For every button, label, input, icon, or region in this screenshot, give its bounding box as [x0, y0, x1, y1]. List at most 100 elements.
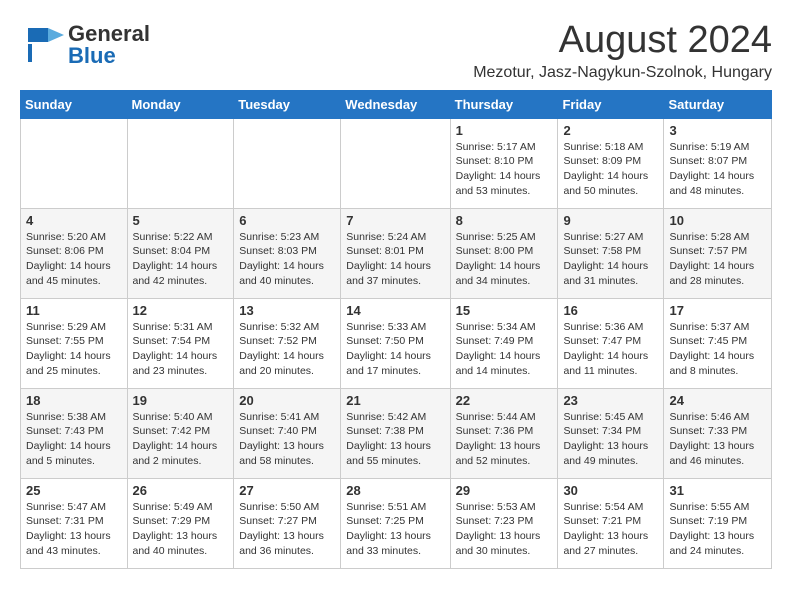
day-info: Sunrise: 5:33 AMSunset: 7:50 PMDaylight:… — [346, 320, 444, 379]
calendar-cell: 6 Sunrise: 5:23 AMSunset: 8:03 PMDaylight… — [234, 208, 341, 298]
calendar-cell: 15 Sunrise: 5:34 AMSunset: 7:49 PMDayligh… — [450, 298, 558, 388]
day-number: 15 — [456, 303, 553, 318]
day-number: 9 — [563, 213, 658, 228]
day-number: 6 — [239, 213, 335, 228]
weekday-header-tuesday: Tuesday — [234, 90, 341, 118]
day-number: 29 — [456, 483, 553, 498]
day-number: 18 — [26, 393, 122, 408]
day-number: 20 — [239, 393, 335, 408]
weekday-header-row: SundayMondayTuesdayWednesdayThursdayFrid… — [21, 90, 772, 118]
day-info: Sunrise: 5:22 AMSunset: 8:04 PMDaylight:… — [133, 230, 229, 289]
calendar-cell — [341, 118, 450, 208]
day-number: 2 — [563, 123, 658, 138]
day-number: 28 — [346, 483, 444, 498]
day-number: 10 — [669, 213, 766, 228]
title-section: August 2024 Mezotur, Jasz-Nagykun-Szolno… — [473, 20, 772, 82]
calendar-cell: 30Sunrise: 5:54 AMSunset: 7:21 PMDayligh… — [558, 478, 664, 568]
day-number: 24 — [669, 393, 766, 408]
calendar-cell: 5 Sunrise: 5:22 AMSunset: 8:04 PMDaylight… — [127, 208, 234, 298]
day-number: 25 — [26, 483, 122, 498]
weekday-header-friday: Friday — [558, 90, 664, 118]
day-info: Sunrise: 5:37 AMSunset: 7:45 PMDaylight:… — [669, 320, 766, 379]
calendar-cell: 25 Sunrise: 5:47 AMSunset: 7:31 PMDayligh… — [21, 478, 128, 568]
day-number: 30 — [563, 483, 658, 498]
day-number: 3 — [669, 123, 766, 138]
day-info: Sunrise: 5:25 AMSunset: 8:00 PMDaylight:… — [456, 230, 553, 289]
day-number: 22 — [456, 393, 553, 408]
day-number: 8 — [456, 213, 553, 228]
calendar-cell: 13 Sunrise: 5:32 AMSunset: 7:52 PMDayligh… — [234, 298, 341, 388]
day-info: Sunrise: 5:42 AMSunset: 7:38 PMDaylight:… — [346, 410, 444, 469]
calendar-cell: 7 Sunrise: 5:24 AMSunset: 8:01 PMDaylight… — [341, 208, 450, 298]
day-info: Sunrise: 5:38 AMSunset: 7:43 PMDaylight:… — [26, 410, 122, 469]
location-subtitle: Mezotur, Jasz-Nagykun-Szolnok, Hungary — [473, 64, 772, 82]
page-header: General Blue August 2024 Mezotur, Jasz-N… — [20, 20, 772, 82]
calendar-cell: 11 Sunrise: 5:29 AMSunset: 7:55 PMDayligh… — [21, 298, 128, 388]
day-info: Sunrise: 5:46 AMSunset: 7:33 PMDaylight:… — [669, 410, 766, 469]
day-info: Sunrise: 5:17 AMSunset: 8:10 PMDaylight:… — [456, 140, 553, 199]
weekday-header-saturday: Saturday — [664, 90, 772, 118]
calendar-cell: 23 Sunrise: 5:45 AMSunset: 7:34 PMDayligh… — [558, 388, 664, 478]
calendar-cell: 28 Sunrise: 5:51 AMSunset: 7:25 PMDayligh… — [341, 478, 450, 568]
logo-text: General Blue — [68, 23, 150, 67]
day-info: Sunrise: 5:50 AMSunset: 7:27 PMDaylight:… — [239, 500, 335, 559]
calendar-cell: 12 Sunrise: 5:31 AMSunset: 7:54 PMDayligh… — [127, 298, 234, 388]
calendar-cell: 17 Sunrise: 5:37 AMSunset: 7:45 PMDayligh… — [664, 298, 772, 388]
day-number: 26 — [133, 483, 229, 498]
calendar-cell — [127, 118, 234, 208]
day-info: Sunrise: 5:28 AMSunset: 7:57 PMDaylight:… — [669, 230, 766, 289]
day-info: Sunrise: 5:31 AMSunset: 7:54 PMDaylight:… — [133, 320, 229, 379]
week-row-4: 18 Sunrise: 5:38 AMSunset: 7:43 PMDayligh… — [21, 388, 772, 478]
calendar-cell: 29 Sunrise: 5:53 AMSunset: 7:23 PMDayligh… — [450, 478, 558, 568]
calendar-cell — [21, 118, 128, 208]
week-row-2: 4Sunrise: 5:20 AMSunset: 8:06 PMDaylight… — [21, 208, 772, 298]
calendar-cell: 16Sunrise: 5:36 AMSunset: 7:47 PMDayligh… — [558, 298, 664, 388]
day-number: 1 — [456, 123, 553, 138]
day-number: 5 — [133, 213, 229, 228]
day-info: Sunrise: 5:45 AMSunset: 7:34 PMDaylight:… — [563, 410, 658, 469]
day-info: Sunrise: 5:23 AMSunset: 8:03 PMDaylight:… — [239, 230, 335, 289]
calendar-cell: 24 Sunrise: 5:46 AMSunset: 7:33 PMDayligh… — [664, 388, 772, 478]
calendar-cell: 3 Sunrise: 5:19 AMSunset: 8:07 PMDaylight… — [664, 118, 772, 208]
calendar-cell: 18 Sunrise: 5:38 AMSunset: 7:43 PMDayligh… — [21, 388, 128, 478]
day-info: Sunrise: 5:34 AMSunset: 7:49 PMDaylight:… — [456, 320, 553, 379]
day-number: 19 — [133, 393, 229, 408]
calendar-cell: 10 Sunrise: 5:28 AMSunset: 7:57 PMDayligh… — [664, 208, 772, 298]
day-info: Sunrise: 5:41 AMSunset: 7:40 PMDaylight:… — [239, 410, 335, 469]
day-info: Sunrise: 5:18 AMSunset: 8:09 PMDaylight:… — [563, 140, 658, 199]
calendar-cell: 20 Sunrise: 5:41 AMSunset: 7:40 PMDayligh… — [234, 388, 341, 478]
logo: General Blue — [20, 20, 150, 69]
weekday-header-monday: Monday — [127, 90, 234, 118]
weekday-header-wednesday: Wednesday — [341, 90, 450, 118]
calendar-cell — [234, 118, 341, 208]
day-number: 14 — [346, 303, 444, 318]
day-number: 13 — [239, 303, 335, 318]
calendar-cell: 2 Sunrise: 5:18 AMSunset: 8:09 PMDaylight… — [558, 118, 664, 208]
weekday-header-sunday: Sunday — [21, 90, 128, 118]
day-number: 27 — [239, 483, 335, 498]
day-info: Sunrise: 5:19 AMSunset: 8:07 PMDaylight:… — [669, 140, 766, 199]
day-info: Sunrise: 5:53 AMSunset: 7:23 PMDaylight:… — [456, 500, 553, 559]
calendar-cell: 27 Sunrise: 5:50 AMSunset: 7:27 PMDayligh… — [234, 478, 341, 568]
day-number: 7 — [346, 213, 444, 228]
logo-icon — [20, 20, 64, 64]
calendar-cell: 9Sunrise: 5:27 AMSunset: 7:58 PMDaylight… — [558, 208, 664, 298]
calendar-table: SundayMondayTuesdayWednesdayThursdayFrid… — [20, 90, 772, 569]
day-number: 31 — [669, 483, 766, 498]
day-number: 16 — [563, 303, 658, 318]
day-number: 23 — [563, 393, 658, 408]
day-info: Sunrise: 5:55 AMSunset: 7:19 PMDaylight:… — [669, 500, 766, 559]
day-number: 11 — [26, 303, 122, 318]
calendar-cell: 8 Sunrise: 5:25 AMSunset: 8:00 PMDaylight… — [450, 208, 558, 298]
day-info: Sunrise: 5:51 AMSunset: 7:25 PMDaylight:… — [346, 500, 444, 559]
day-info: Sunrise: 5:24 AMSunset: 8:01 PMDaylight:… — [346, 230, 444, 289]
day-info: Sunrise: 5:29 AMSunset: 7:55 PMDaylight:… — [26, 320, 122, 379]
day-info: Sunrise: 5:47 AMSunset: 7:31 PMDaylight:… — [26, 500, 122, 559]
day-number: 12 — [133, 303, 229, 318]
calendar-cell: 22Sunrise: 5:44 AMSunset: 7:36 PMDayligh… — [450, 388, 558, 478]
calendar-cell: 31 Sunrise: 5:55 AMSunset: 7:19 PMDayligh… — [664, 478, 772, 568]
day-info: Sunrise: 5:32 AMSunset: 7:52 PMDaylight:… — [239, 320, 335, 379]
week-row-5: 25 Sunrise: 5:47 AMSunset: 7:31 PMDayligh… — [21, 478, 772, 568]
day-number: 17 — [669, 303, 766, 318]
day-number: 21 — [346, 393, 444, 408]
